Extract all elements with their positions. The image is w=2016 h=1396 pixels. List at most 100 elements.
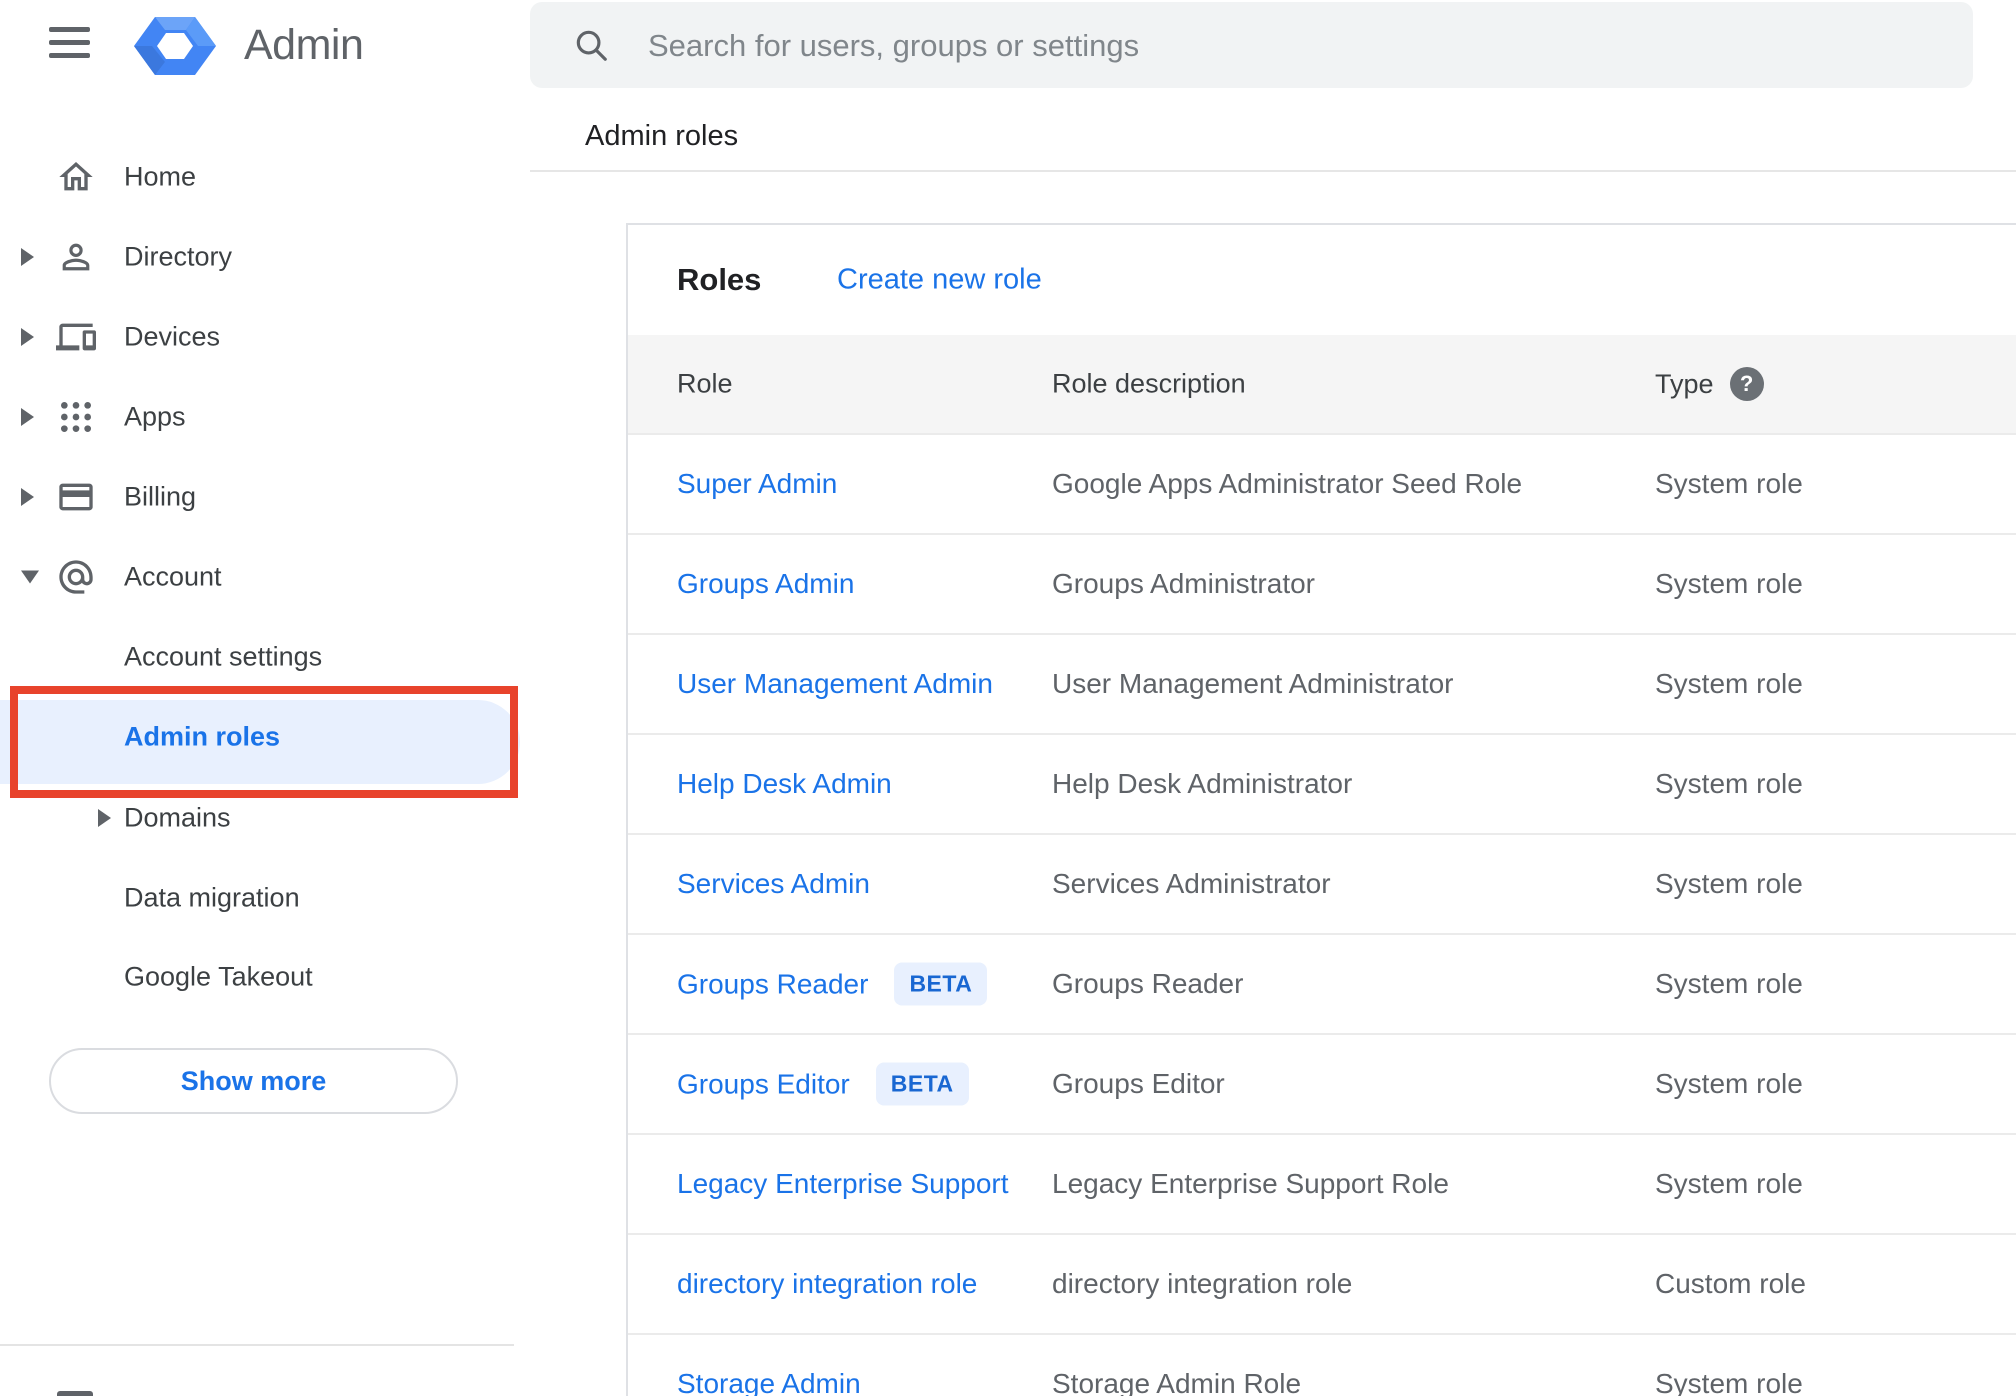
- header-divider: [530, 170, 2016, 172]
- table-row: Legacy Enterprise Support Legacy Enterpr…: [628, 1133, 2016, 1233]
- sidebar-item-label: Directory: [124, 241, 233, 272]
- search-input[interactable]: [646, 2, 1950, 90]
- table-row: User Management Admin User Management Ad…: [628, 633, 2016, 733]
- search-icon: [572, 26, 610, 69]
- table-row: Groups Reader BETA Groups Reader System …: [628, 933, 2016, 1033]
- table-header-row: Role Role description Type ?: [628, 335, 2016, 433]
- table-row: Groups Editor BETA Groups Editor System …: [628, 1033, 2016, 1133]
- role-description: Legacy Enterprise Support Role: [1052, 1168, 1449, 1199]
- sidebar-divider: [0, 1344, 514, 1346]
- cutoff-bottom-icon: [57, 1391, 93, 1396]
- role-link[interactable]: Storage Admin: [677, 1368, 861, 1396]
- at-sign-icon: [56, 557, 96, 597]
- sidebar-item-label: Account: [124, 561, 222, 592]
- sidebar-item-domains[interactable]: Domains: [0, 786, 514, 850]
- chevron-right-icon[interactable]: [98, 809, 111, 827]
- sidebar-item-apps[interactable]: Apps: [0, 385, 514, 449]
- sidebar-item-label: Devices: [124, 321, 221, 352]
- role-type: System role: [1655, 768, 1803, 799]
- sidebar-item-google-takeout[interactable]: Google Takeout: [0, 945, 514, 1009]
- sidebar-item-account[interactable]: Account: [0, 545, 514, 609]
- sidebar-item-home[interactable]: Home: [0, 145, 514, 209]
- table-row: directory integration role directory int…: [628, 1233, 2016, 1333]
- role-type: System role: [1655, 568, 1803, 599]
- roles-card: Roles Create new role Role Role descript…: [626, 223, 2016, 1396]
- home-icon: [56, 157, 96, 197]
- sidebar-item-devices[interactable]: Devices: [0, 305, 514, 369]
- role-description: Google Apps Administrator Seed Role: [1052, 468, 1523, 499]
- role-description: Groups Administrator: [1052, 568, 1315, 599]
- apps-grid-icon: [56, 397, 96, 437]
- chevron-down-icon[interactable]: [21, 570, 39, 584]
- sidebar-item-admin-roles[interactable]: Admin roles: [0, 705, 514, 769]
- column-header-description: Role description: [1052, 368, 1246, 399]
- table-row: Services Admin Services Administrator Sy…: [628, 833, 2016, 933]
- admin-logo-icon: [134, 17, 216, 80]
- role-link[interactable]: directory integration role: [677, 1268, 977, 1300]
- sidebar-item-label: Google Takeout: [124, 961, 313, 992]
- column-header-role: Role: [677, 368, 733, 399]
- role-type: System role: [1655, 1168, 1803, 1199]
- search-bar[interactable]: [530, 2, 1973, 90]
- role-description: Storage Admin Role: [1052, 1368, 1302, 1396]
- chevron-right-icon[interactable]: [21, 488, 34, 506]
- app-title: Admin: [244, 21, 364, 69]
- role-description: Groups Editor: [1052, 1068, 1225, 1099]
- person-icon: [56, 237, 96, 277]
- role-link[interactable]: Legacy Enterprise Support: [677, 1168, 1009, 1200]
- role-description: Groups Reader: [1052, 968, 1244, 999]
- sidebar-item-directory[interactable]: Directory: [0, 225, 514, 289]
- beta-badge: BETA: [875, 1062, 969, 1106]
- role-type: System role: [1655, 868, 1803, 899]
- table-row: Help Desk Admin Help Desk Administrator …: [628, 733, 2016, 833]
- sidebar-item-label: Apps: [124, 401, 186, 432]
- column-header-type: Type ?: [1655, 367, 1764, 401]
- beta-badge: BETA: [894, 962, 988, 1006]
- sidebar-item-billing[interactable]: Billing: [0, 465, 514, 529]
- role-type: System role: [1655, 668, 1803, 699]
- sidebar-item-data-migration[interactable]: Data migration: [0, 866, 514, 930]
- sidebar-item-label: Home: [124, 161, 197, 192]
- table-row: Groups Admin Groups Administrator System…: [628, 533, 2016, 633]
- role-type: System role: [1655, 468, 1803, 499]
- role-description: Services Administrator: [1052, 868, 1331, 899]
- sidebar: Admin Home Directory Devices Apps Billin…: [0, 0, 520, 1396]
- admin-console-screen: Admin Home Directory Devices Apps Billin…: [0, 0, 2016, 1396]
- role-description: Help Desk Administrator: [1052, 768, 1353, 799]
- role-description: User Management Administrator: [1052, 668, 1454, 699]
- sidebar-item-label: Billing: [124, 481, 197, 512]
- role-link[interactable]: Super Admin: [677, 468, 837, 500]
- table-row: Super Admin Google Apps Administrator Se…: [628, 433, 2016, 533]
- role-link[interactable]: Groups Admin: [677, 568, 854, 600]
- role-type: System role: [1655, 968, 1803, 999]
- devices-icon: [56, 317, 96, 357]
- sidebar-item-label: Domains: [124, 802, 231, 833]
- show-more-button[interactable]: Show more: [49, 1048, 458, 1114]
- column-header-type-label: Type: [1655, 368, 1714, 399]
- help-icon[interactable]: ?: [1729, 367, 1764, 401]
- breadcrumb: Admin roles: [585, 120, 739, 152]
- role-type: System role: [1655, 1068, 1803, 1099]
- role-description: directory integration role: [1052, 1268, 1353, 1299]
- sidebar-item-label: Data migration: [124, 882, 300, 913]
- chevron-right-icon[interactable]: [21, 248, 34, 266]
- chevron-right-icon[interactable]: [21, 328, 34, 346]
- table-row: Storage Admin Storage Admin Role System …: [628, 1333, 2016, 1396]
- create-new-role-link[interactable]: Create new role: [837, 264, 1042, 297]
- card-title: Roles: [677, 262, 762, 297]
- role-link[interactable]: Help Desk Admin: [677, 768, 892, 800]
- credit-card-icon: [56, 477, 96, 517]
- sidebar-item-account-settings[interactable]: Account settings: [0, 625, 514, 689]
- sidebar-item-label: Account settings: [124, 641, 323, 672]
- role-type: Custom role: [1655, 1268, 1806, 1299]
- role-link[interactable]: User Management Admin: [677, 668, 993, 700]
- hamburger-menu-icon[interactable]: [49, 27, 90, 58]
- chevron-right-icon[interactable]: [21, 408, 34, 426]
- role-link[interactable]: Groups Editor: [677, 1068, 850, 1100]
- sidebar-item-label: Admin roles: [124, 721, 281, 752]
- role-link[interactable]: Services Admin: [677, 868, 870, 900]
- role-type: System role: [1655, 1368, 1803, 1396]
- role-link[interactable]: Groups Reader: [677, 968, 868, 1000]
- show-more-label: Show more: [180, 1065, 327, 1096]
- card-title-row: Roles Create new role: [628, 225, 2016, 335]
